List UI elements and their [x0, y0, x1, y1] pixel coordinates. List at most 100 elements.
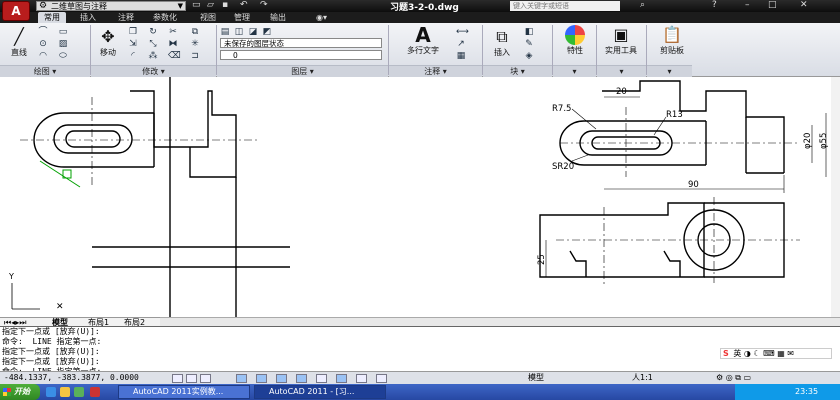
otrack-toggle[interactable]: [296, 374, 307, 383]
search-icon[interactable]: ⌕: [640, 0, 645, 10]
taskbar-item-autocad[interactable]: AutoCAD 2011 - [习...: [254, 385, 386, 399]
layer-lock-icon[interactable]: ◩: [262, 27, 272, 37]
dimension-icon[interactable]: ⟷: [456, 27, 469, 37]
properties-button[interactable]: 特性: [558, 25, 592, 56]
layer-select[interactable]: 0: [220, 50, 382, 60]
fillet-icon[interactable]: ◜: [128, 51, 138, 61]
create-block-icon[interactable]: ◧: [524, 27, 534, 37]
quicklaunch-ie-icon[interactable]: [46, 387, 56, 397]
infer-constraints-toggle[interactable]: [172, 374, 183, 383]
ribbon-toggle-icon[interactable]: ◉▾: [316, 12, 327, 23]
ortho-toggle[interactable]: [236, 374, 247, 383]
panel-annotation-label[interactable]: 注释 ▾: [389, 65, 482, 77]
close-icon[interactable]: ✕: [800, 0, 808, 10]
application-menu-button[interactable]: A: [2, 1, 30, 21]
undo-icon[interactable]: ↶: [240, 0, 248, 10]
circle-icon[interactable]: ⊙: [38, 39, 48, 49]
tab-insert[interactable]: 插入: [80, 12, 96, 23]
dyn-toggle[interactable]: [336, 374, 347, 383]
mtext-button[interactable]: A 多行文字: [400, 25, 446, 56]
layer-freeze-icon[interactable]: ◪: [248, 27, 258, 37]
minimize-icon[interactable]: –: [745, 0, 750, 10]
grid-toggle[interactable]: [200, 374, 211, 383]
clipboard-button[interactable]: 📋 剪贴板: [652, 25, 692, 56]
scale-icon[interactable]: ⤡: [148, 39, 158, 49]
tab-home[interactable]: 常用: [38, 12, 66, 23]
drawing-canvas[interactable]: Y ✕ R7.5 R13 SR20 20 90 φ20 φ55 25: [0, 77, 840, 317]
leader-icon[interactable]: ↗: [456, 39, 466, 49]
panel-draw-label[interactable]: 绘图 ▾: [0, 65, 90, 77]
snap-toggle[interactable]: [186, 374, 197, 383]
model-space-label[interactable]: 模型: [528, 372, 544, 384]
taskbar-item-tutorial[interactable]: AutoCAD 2011实例教...: [118, 385, 250, 399]
ime-punct-icon[interactable]: ◑ ☾ ⌨ ▦ ✉: [744, 349, 794, 358]
maximize-icon[interactable]: □: [768, 0, 777, 10]
attribute-icon[interactable]: ◈: [524, 51, 534, 61]
osnap-toggle[interactable]: [276, 374, 287, 383]
start-button[interactable]: 开始: [0, 384, 40, 400]
tab-manage[interactable]: 管理: [234, 12, 250, 23]
edit-block-icon[interactable]: ✎: [524, 39, 534, 49]
drawing-svg: Y ✕ R7.5 R13 SR20 20 90 φ20 φ55 25: [8, 77, 829, 317]
ime-toolbar[interactable]: S 英 ◑ ☾ ⌨ ▦ ✉: [720, 348, 832, 359]
utilities-label: 实用工具: [605, 46, 637, 55]
line-icon: ╱: [14, 27, 24, 46]
layer-isolate-icon[interactable]: ◫: [234, 27, 244, 37]
open-folder-icon[interactable]: ▱: [207, 0, 214, 10]
copy-icon[interactable]: ❐: [128, 27, 138, 37]
line-button[interactable]: ╱ 直线: [6, 27, 32, 58]
mirror-icon[interactable]: ⧓: [168, 39, 178, 49]
redo-icon[interactable]: ↷: [260, 0, 268, 10]
workspace-switcher[interactable]: ⚙ 二维草图与注释 ▼: [36, 1, 186, 11]
annotation-scale[interactable]: 人1:1: [632, 372, 653, 384]
polyline-icon[interactable]: ⌒: [38, 27, 48, 37]
tab-output[interactable]: 输出: [270, 12, 286, 23]
erase-icon[interactable]: ⌫: [168, 51, 181, 61]
offset-icon[interactable]: ⧉: [190, 27, 200, 37]
save-icon[interactable]: ▪: [222, 0, 228, 10]
hatch-icon[interactable]: ▨: [58, 39, 68, 49]
trim-icon[interactable]: ✂: [168, 27, 178, 37]
tab-view[interactable]: 视图: [200, 12, 216, 23]
tab-parametric[interactable]: 参数化: [153, 12, 177, 23]
quicklaunch-acad-icon[interactable]: [90, 387, 100, 397]
label-dim-25: 25: [537, 254, 547, 265]
vertical-scrollbar[interactable]: [831, 77, 840, 317]
layer-state-select[interactable]: 未保存的图层状态: [220, 38, 382, 48]
stretch-icon[interactable]: ⇲: [128, 39, 138, 49]
polar-toggle[interactable]: [256, 374, 267, 383]
join-icon[interactable]: ⊐: [190, 51, 200, 61]
insert-block-button[interactable]: ⧉ 插入: [488, 27, 516, 58]
transparency-toggle[interactable]: [376, 374, 387, 383]
panel-modify-label[interactable]: 修改 ▾: [91, 65, 216, 77]
panel-properties-label[interactable]: ▾: [553, 65, 596, 77]
arc-icon[interactable]: ◠: [38, 51, 48, 61]
panel-utilities-label[interactable]: ▾: [597, 65, 646, 77]
lineweight-toggle[interactable]: [356, 374, 367, 383]
help-search-input[interactable]: 键入关键字或短语: [510, 1, 620, 11]
tab-annotate[interactable]: 注释: [118, 12, 134, 23]
help-icon[interactable]: ?: [712, 0, 717, 10]
panel-clipboard-label[interactable]: ▾: [647, 65, 692, 77]
rectangle-icon[interactable]: ▭: [58, 27, 68, 37]
panel-block-label[interactable]: 块 ▾: [483, 65, 552, 77]
rotate-icon[interactable]: ↻: [148, 27, 158, 37]
command-line[interactable]: 指定下一点或 [放弃(U)]: 命令: LINE 指定第一点: 指定下一点或 […: [0, 326, 840, 376]
horizontal-scrollbar[interactable]: [160, 317, 840, 326]
ime-lang-label[interactable]: 英: [733, 349, 741, 358]
array-icon[interactable]: ⁂: [148, 51, 158, 61]
new-file-icon[interactable]: ▭: [192, 0, 201, 10]
layer-properties-icon[interactable]: ▤: [220, 27, 230, 37]
quicklaunch-folder-icon[interactable]: [60, 387, 70, 397]
move-button[interactable]: ✥ 移动: [94, 27, 122, 58]
utilities-button[interactable]: ▣ 实用工具: [600, 25, 642, 56]
ellipse-icon[interactable]: ⬭: [58, 51, 68, 61]
explode-icon[interactable]: ✳: [190, 39, 200, 49]
table-icon[interactable]: ▦: [456, 51, 466, 61]
windows-taskbar: 开始 AutoCAD 2011实例教... AutoCAD 2011 - [习.…: [0, 384, 840, 400]
workspace-gear-icon[interactable]: ⚙ ◎ ⧉ ▭: [716, 372, 751, 384]
quicklaunch-media-icon[interactable]: [74, 387, 84, 397]
ducs-toggle[interactable]: [316, 374, 327, 383]
ribbon: ╱ 直线 ⌒ ⊙ ◠ ▭ ▨ ⬭ ✥ 移动 ❐ ⇲ ◜ ↻ ⤡ ⁂ ✂ ⧓ ⌫ …: [0, 23, 840, 77]
panel-layers-label[interactable]: 图层 ▾: [217, 65, 388, 77]
